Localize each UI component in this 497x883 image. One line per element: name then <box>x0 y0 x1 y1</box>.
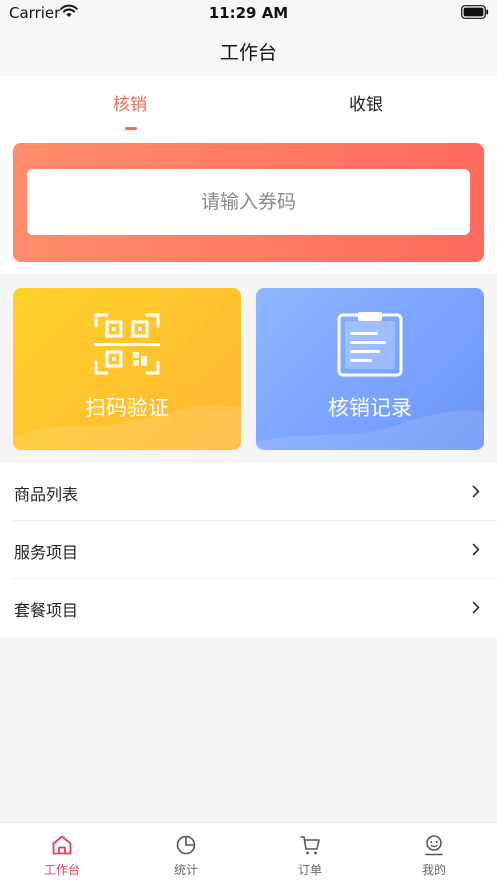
profile-icon <box>425 835 443 856</box>
bottom-tab-bar: 工作台 统计 订单 我的 <box>0 822 497 883</box>
nav-bar: 工作台 <box>0 26 497 76</box>
qr-scan-icon <box>94 313 160 375</box>
menu-item-label: 套餐项目 <box>14 601 79 620</box>
coupon-code-input[interactable] <box>27 169 470 235</box>
chevron-right-icon <box>472 601 480 614</box>
page-title: 工作台 <box>219 42 277 64</box>
clipboard-icon <box>337 312 403 377</box>
tabbar-label: 订单 <box>297 863 322 877</box>
home-icon <box>52 835 72 855</box>
menu-item-service-items[interactable]: 服务项目 <box>13 521 497 579</box>
menu-item-label: 服务项目 <box>14 543 79 562</box>
tabbar-item-mine[interactable]: 我的 <box>372 823 496 883</box>
scan-verify-label: 扫码验证 <box>85 396 169 420</box>
scan-verify-card[interactable]: 扫码验证 <box>13 288 241 450</box>
coupon-card <box>13 143 484 262</box>
menu-item-label: 商品列表 <box>14 485 79 504</box>
pie-chart-icon <box>176 835 196 855</box>
tabbar-label: 工作台 <box>43 863 80 877</box>
tab-cashier[interactable]: 收银 <box>276 90 456 115</box>
verify-records-label: 核销记录 <box>328 396 412 420</box>
cart-icon <box>300 836 320 855</box>
verify-panel: 核销 收银 <box>0 76 497 274</box>
tabbar-label: 统计 <box>173 863 198 877</box>
tabbar-item-statistics[interactable]: 统计 <box>124 823 248 883</box>
chevron-right-icon <box>472 543 480 556</box>
verify-records-card[interactable]: 核销记录 <box>256 288 484 450</box>
menu-list: 商品列表 服务项目 套餐项目 <box>0 463 497 637</box>
chevron-right-icon <box>472 485 480 498</box>
tab-verify[interactable]: 核销 <box>40 90 220 115</box>
tabbar-item-workbench[interactable]: 工作台 <box>0 823 124 883</box>
tabbar-item-orders[interactable]: 订单 <box>248 823 372 883</box>
tab-indicator <box>125 127 137 130</box>
tabbar-label: 我的 <box>421 863 446 877</box>
menu-item-package-items[interactable]: 套餐项目 <box>13 579 497 637</box>
battery-icon <box>461 5 489 19</box>
clock: 11:29 AM <box>208 4 289 22</box>
status-bar: Carrier 11:29 AM <box>0 0 497 26</box>
menu-item-product-list[interactable]: 商品列表 <box>13 463 497 521</box>
